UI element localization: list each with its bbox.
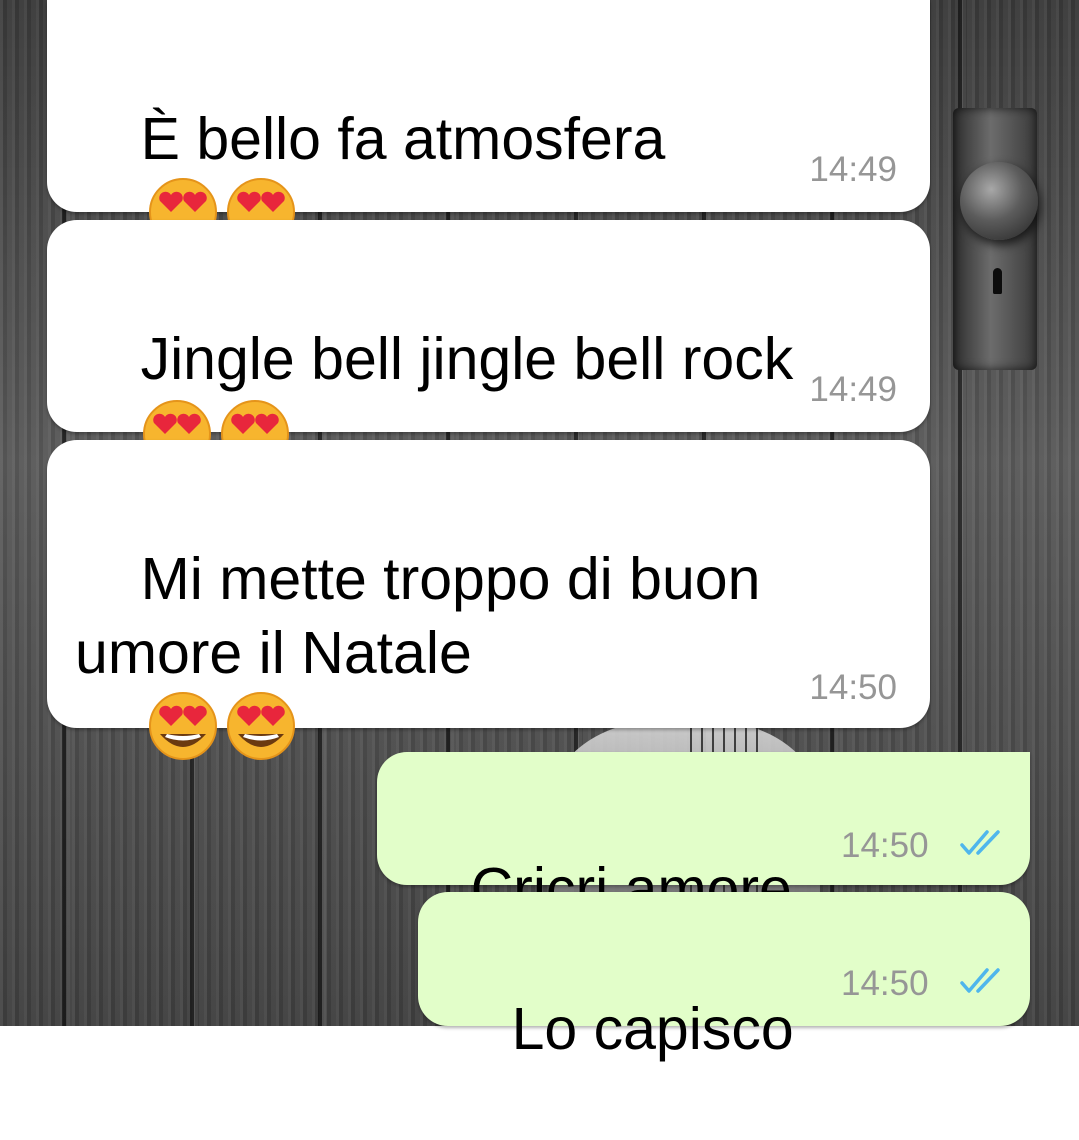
message-text-content: È bello fa atmosfera [140,106,666,172]
message-text: Lo capisco [446,918,826,1140]
keyhole [993,268,1002,294]
message-timestamp: 14:50 [841,964,929,1003]
message-timestamp: 14:49 [809,370,897,409]
message-bubble[interactable]: Mi mette troppo di buon umore il Natale … [47,440,930,760]
message-timestamp: 14:50 [841,826,929,865]
double-check-icon [959,964,1009,998]
message-bubble[interactable]: Cricri amore 14:50 [377,752,1030,922]
message-bubble[interactable]: Jingle bell jingle bell rock 14:49 [47,220,930,468]
double-check-icon [959,826,1009,860]
message-timestamp: 14:49 [809,150,897,189]
heart-eyes-emoji-icon [225,690,297,762]
message-bubble[interactable]: È bello fa atmosfera 14:49 [47,0,930,246]
message-text-content: Mi mette troppo di buon umore il Natale [75,546,777,686]
heart-eyes-emoji-icon [147,690,219,762]
door-knob [960,162,1038,240]
message-bubble[interactable]: Lo capisco 14:50 [418,892,1030,1062]
message-timestamp: 14:50 [809,668,897,707]
message-text-content: Lo capisco [511,996,794,1062]
